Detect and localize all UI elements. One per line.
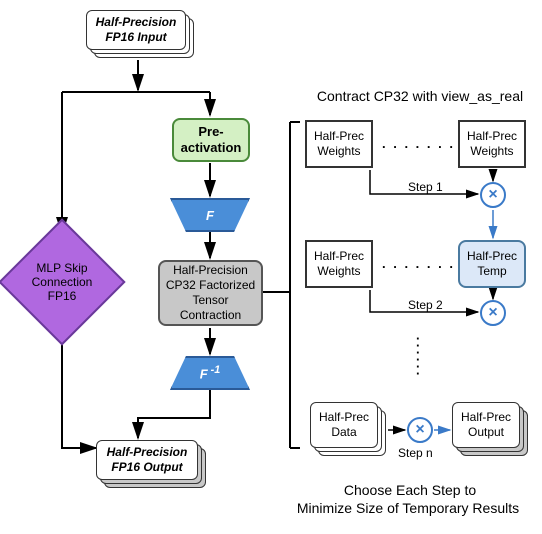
output-box-label: Half-Prec Output xyxy=(452,402,520,448)
diagram-canvas: Half-Precision FP16 Input MLP Skip Conne… xyxy=(0,0,542,534)
data-box-label: Half-Prec Data xyxy=(310,402,378,448)
footer-line1: Choose Each Step to xyxy=(280,482,540,498)
finv-label: F -1 xyxy=(200,364,221,381)
weights-box-r1-right: Half-Prec Weights xyxy=(458,120,526,168)
fp16-output-stack: Half-Precision FP16 Output xyxy=(96,440,208,488)
fp16-output-label: Half-Precision FP16 Output xyxy=(96,440,198,480)
pre-activation-box: Pre-activation xyxy=(172,118,250,162)
output-stack: Half-Prec Output xyxy=(452,402,530,454)
mult-circle-2: × xyxy=(480,300,506,326)
f-label: F xyxy=(206,208,214,223)
f-inverse-transform: F -1 xyxy=(170,356,250,390)
mlp-skip-label: MLP Skip Connection FP16 xyxy=(17,237,107,327)
mult-icon: × xyxy=(415,421,424,439)
dots-vertical: ······ xyxy=(416,335,420,377)
weights-box-r1-left: Half-Prec Weights xyxy=(305,120,373,168)
dots-row1: . . . . . . . xyxy=(382,136,455,151)
mult-icon: × xyxy=(488,186,497,204)
data-stack: Half-Prec Data xyxy=(310,402,388,454)
temp-box: Half-Prec Temp xyxy=(458,240,526,288)
f-transform: F xyxy=(170,198,250,232)
step2-label: Step 2 xyxy=(408,298,443,312)
mult-circle-n: × xyxy=(407,417,433,443)
footer-line2: Minimize Size of Temporary Results xyxy=(268,500,542,516)
right-title: Contract CP32 with view_as_real xyxy=(300,88,540,104)
mult-circle-1: × xyxy=(480,182,506,208)
stepn-label: Step n xyxy=(398,446,433,460)
cp32-contraction-box: Half-Precision CP32 Factorized Tensor Co… xyxy=(158,260,263,326)
step1-label: Step 1 xyxy=(408,180,443,194)
dots-row2: . . . . . . . xyxy=(382,256,455,271)
fp16-input-label: Half-Precision FP16 Input xyxy=(86,10,186,50)
fp16-input-stack: Half-Precision FP16 Input xyxy=(86,10,196,58)
mult-icon: × xyxy=(488,304,497,322)
weights-box-r2-left: Half-Prec Weights xyxy=(305,240,373,288)
